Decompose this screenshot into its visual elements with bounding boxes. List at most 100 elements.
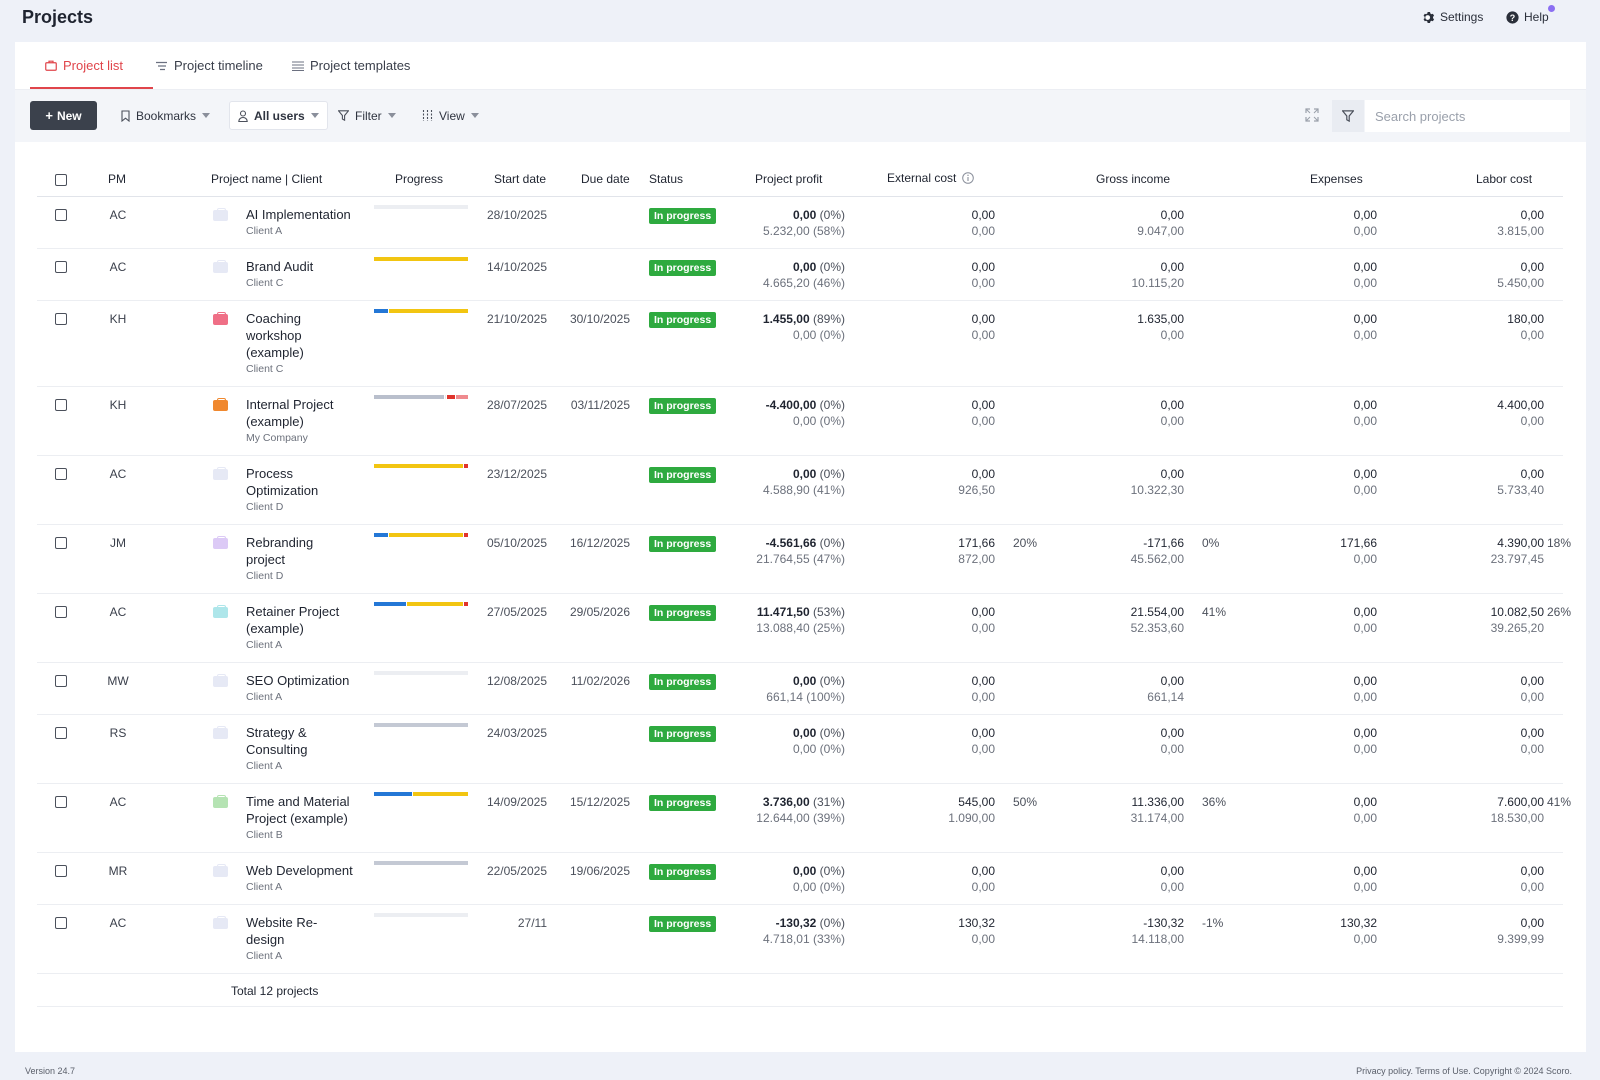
col-status[interactable]: Status <box>649 172 683 186</box>
expenses-value: 0,00 <box>1353 208 1377 222</box>
labor-cost-value: 0,00 <box>1520 208 1544 222</box>
info-icon[interactable] <box>962 172 975 184</box>
project-name-cell[interactable]: Website Re-design Client A <box>246 914 361 964</box>
client-name[interactable]: Client D <box>246 568 361 584</box>
col-project-profit[interactable]: Project profit <box>755 172 822 186</box>
row-checkbox[interactable] <box>55 537 67 549</box>
project-name-cell[interactable]: Brand Audit Client C <box>246 258 361 291</box>
select-all-checkbox[interactable] <box>55 174 67 186</box>
project-name-cell[interactable]: Coaching workshop (example) Client C <box>246 310 361 377</box>
table-row[interactable]: AC Time and Material Project (example) Clie… <box>37 784 1571 853</box>
quick-filter-button[interactable] <box>1332 100 1364 132</box>
external-cost-secondary: 0,00 <box>971 276 995 290</box>
search-input[interactable] <box>1365 100 1570 132</box>
gross-income-secondary: 9.047,00 <box>1137 224 1184 238</box>
bookmarks-dropdown[interactable]: Bookmarks <box>113 101 218 130</box>
row-checkbox[interactable] <box>55 917 67 929</box>
row-checkbox[interactable] <box>55 468 67 480</box>
row-checkbox[interactable] <box>55 606 67 618</box>
gross-income-secondary: 0,00 <box>1160 742 1184 756</box>
project-name-cell[interactable]: Web Development Client A <box>246 862 361 895</box>
project-name-cell[interactable]: Internal Project (example) My Company <box>246 396 361 446</box>
profit-pct: (0%) <box>819 398 845 412</box>
tab-project-timeline[interactable]: Project timeline <box>156 58 263 73</box>
table-row[interactable]: AC Process Optimization Client D 23/12/2025 I… <box>37 456 1563 525</box>
gross-income: -130,32 14.118,00 <box>1047 915 1185 947</box>
client-name[interactable]: My Company <box>246 430 361 446</box>
project-name-cell[interactable]: Process Optimization Client D <box>246 465 361 515</box>
col-expenses[interactable]: Expenses <box>1310 172 1363 186</box>
gear-icon <box>1423 11 1435 23</box>
project-name-cell[interactable]: Time and Material Project (example) Client… <box>246 793 361 843</box>
profit-secondary: 0,00 (0%) <box>792 880 845 894</box>
new-button[interactable]: + New <box>30 101 97 130</box>
legal-links[interactable]: Privacy policy. Terms of Use. Copyright … <box>1356 1066 1572 1076</box>
client-name[interactable]: Client A <box>246 223 361 239</box>
expand-icon[interactable] <box>1305 108 1319 125</box>
row-checkbox[interactable] <box>55 313 67 325</box>
start-date: 14/09/2025 <box>486 795 547 809</box>
client-name[interactable]: Client A <box>246 758 361 774</box>
table-row[interactable]: RS Strategy & Consulting Client A 24/03/2025… <box>37 715 1563 784</box>
row-checkbox[interactable] <box>55 796 67 808</box>
table-row[interactable]: MR Web Development Client A 22/05/2025 19/06… <box>37 853 1563 905</box>
client-name[interactable]: Client A <box>246 689 361 705</box>
external-cost-pct: 50% <box>1013 795 1038 809</box>
help-link[interactable]: ? Help <box>1506 10 1549 24</box>
project-name: workshop <box>246 328 302 343</box>
tab-project-templates[interactable]: Project templates <box>292 58 410 73</box>
filter-dropdown[interactable]: Filter <box>330 101 404 130</box>
table-row[interactable]: JM Rebranding project Client D 05/10/2025 16/… <box>37 525 1571 594</box>
tab-project-list[interactable]: Project list <box>45 58 123 73</box>
project-name-cell[interactable]: Retainer Project (example) Client A <box>246 603 361 653</box>
client-name[interactable]: Client C <box>246 275 361 291</box>
col-external-cost[interactable]: External cost <box>887 171 975 185</box>
settings-link[interactable]: Settings <box>1422 10 1483 24</box>
external-cost-value: 0,00 <box>971 605 995 619</box>
progress-bar <box>374 205 468 209</box>
table-row[interactable]: AC Website Re-design Client A 27/11 In progr… <box>37 905 1563 974</box>
col-labor-cost[interactable]: Labor cost <box>1476 172 1532 186</box>
row-checkbox[interactable] <box>55 675 67 687</box>
client-name[interactable]: Client C <box>246 361 361 377</box>
row-checkbox[interactable] <box>55 261 67 273</box>
table-row[interactable]: MW SEO Optimization Client A 12/08/2025 11/0… <box>37 663 1563 715</box>
client-name[interactable]: Client A <box>246 948 361 964</box>
page-title: Projects <box>22 7 94 27</box>
project-name-cell[interactable]: Strategy & Consulting Client A <box>246 724 361 774</box>
col-gross-income[interactable]: Gross income <box>1096 172 1170 186</box>
project-name: Web Development <box>246 863 353 878</box>
table-row[interactable]: KH Internal Project (example) My Company 28/… <box>37 387 1563 456</box>
col-project-name[interactable]: Project name | Client <box>211 172 322 186</box>
progress-segment <box>374 533 388 537</box>
project-name-cell[interactable]: Rebranding project Client D <box>246 534 361 584</box>
gross-income: 0,00 10.322,30 <box>1047 466 1184 498</box>
table-row[interactable]: AC Retainer Project (example) Client A 27/05… <box>37 594 1571 663</box>
col-pm[interactable]: PM <box>108 172 126 186</box>
client-name[interactable]: Client A <box>246 879 361 895</box>
client-name[interactable]: Client A <box>246 637 361 653</box>
table-row[interactable]: KH Coaching workshop (example) Client C 21/10… <box>37 301 1563 387</box>
view-dropdown[interactable]: View <box>414 101 487 130</box>
row-checkbox[interactable] <box>55 209 67 221</box>
project-name-cell[interactable]: SEO Optimization Client A <box>246 672 361 705</box>
users-dropdown[interactable]: All users <box>229 101 328 130</box>
col-progress[interactable]: Progress <box>395 172 443 186</box>
expenses-secondary: 0,00 <box>1353 328 1377 342</box>
briefcase-icon <box>213 864 228 877</box>
row-checkbox[interactable] <box>55 399 67 411</box>
row-checkbox[interactable] <box>55 727 67 739</box>
client-name[interactable]: Client B <box>246 827 361 843</box>
project-name-cell[interactable]: AI Implementation Client A <box>246 206 361 239</box>
client-name[interactable]: Client D <box>246 499 361 515</box>
labor-cost-value: 0,00 <box>1520 916 1544 930</box>
col-start-date[interactable]: Start date <box>494 172 546 186</box>
progress-segment <box>374 205 468 209</box>
col-due-date[interactable]: Due date <box>581 172 630 186</box>
project-name: Project (example) <box>246 811 348 826</box>
table-row[interactable]: AC AI Implementation Client A 28/10/2025 In … <box>37 197 1563 249</box>
labor-cost-value: 0,00 <box>1520 674 1544 688</box>
external-cost: 0,00 0,00 <box>887 673 995 705</box>
table-row[interactable]: AC Brand Audit Client C 14/10/2025 In progre… <box>37 249 1563 301</box>
row-checkbox[interactable] <box>55 865 67 877</box>
